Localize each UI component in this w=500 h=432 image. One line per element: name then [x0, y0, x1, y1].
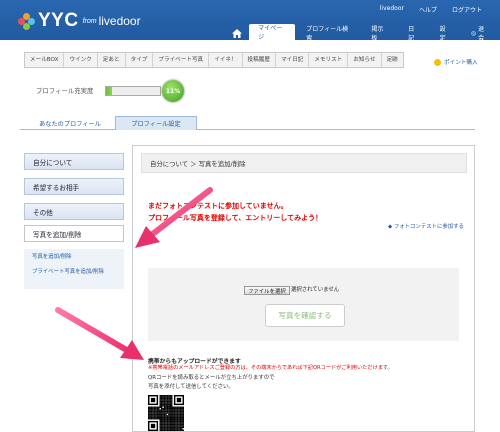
subtab-your-profile[interactable]: あなたのプロフィール	[20, 116, 120, 130]
tab-mailbox[interactable]: メールBOX	[25, 53, 65, 67]
profile-subtabs: あなたのプロフィール プロフィール設定	[20, 116, 475, 130]
logo-text: YYC	[38, 10, 79, 31]
nav-diary[interactable]: 日記	[399, 26, 428, 42]
photo-contest-link-label: フォトコンテストに参加する	[393, 224, 464, 230]
main-nav: マイページ プロフィール検索 掲示板 日記 設定 ◎ 退会	[230, 22, 500, 42]
points-label: ポイント購入	[444, 60, 478, 66]
photo-contest-link[interactable]: ◆ フォトコンテストに参加する	[388, 222, 464, 230]
tab-favorites[interactable]: お知らせ	[348, 53, 382, 67]
file-status: 選択されていません	[291, 287, 340, 293]
tab-type[interactable]: タイプ	[126, 53, 154, 67]
mobile-upload-instruction-2: 写真を添付して送信してください。	[148, 384, 234, 390]
confirm-photo-button[interactable]: 写真を確認する	[265, 304, 345, 327]
nav-settings[interactable]: 設定	[431, 26, 460, 42]
tab-like[interactable]: イイネ！	[209, 53, 243, 67]
logo-flower-icon	[18, 12, 35, 30]
tab-memo-list[interactable]: メモリスト	[309, 53, 349, 67]
coin-icon	[434, 58, 441, 66]
file-select-button[interactable]: ファイルを選択	[244, 286, 290, 295]
tab-footprint[interactable]: 足跡	[382, 53, 403, 67]
logo-from: from	[82, 17, 97, 25]
sidebar-item-about-me[interactable]: 自分について	[24, 153, 124, 170]
nav-mypage[interactable]: マイページ	[249, 24, 296, 41]
subtab-profile-settings[interactable]: プロフィール設定	[115, 116, 197, 130]
home-icon[interactable]	[230, 26, 243, 40]
tab-wink[interactable]: ウインク	[64, 53, 98, 67]
nav-withdraw[interactable]: ◎ 退会	[462, 26, 498, 42]
sidebar-item-other[interactable]: その他	[24, 203, 124, 220]
breadcrumb: 自分について ＞ 写真を追加/削除	[141, 153, 467, 173]
photo-contest-prompt: プロフィール写真を登録して、エントリーしてみよう！	[148, 214, 323, 222]
sidebar-link-photos[interactable]: 写真を追加/削除	[32, 252, 72, 260]
top-link-livedoor[interactable]: livedoor	[380, 5, 404, 14]
site-header: YYC from livedoor livedoor ヘルプ ログアウト マイペ…	[0, 0, 500, 42]
mobile-upload-note: ※携帯電話のメールアドレスご登録の方は、その端末からであれば下記QRコードがご利…	[148, 365, 393, 371]
tab-footprints[interactable]: 足あと	[98, 53, 126, 67]
logo-brand: livedoor	[98, 14, 141, 28]
tab-post-history[interactable]: 投稿履歴	[243, 53, 276, 67]
sidebar-item-photos[interactable]: 写真を追加/削除	[24, 225, 124, 242]
profile-progress-fill	[106, 87, 112, 95]
withdraw-icon: ◎	[470, 29, 477, 37]
qr-code	[148, 395, 184, 431]
nav-withdraw-label: 退会	[478, 26, 485, 42]
profile-progress-bar	[105, 86, 161, 96]
nav-board[interactable]: 掲示板	[362, 26, 397, 42]
top-link-logout[interactable]: ログアウト	[452, 5, 482, 14]
photo-contest-notice: まだフォトコンテストに参加していません。	[148, 202, 288, 210]
profile-progress-label: プロフィール充実度	[36, 87, 94, 95]
points-purchase-link[interactable]: ポイント購入	[434, 58, 478, 66]
top-link-help[interactable]: ヘルプ	[419, 5, 437, 14]
mobile-upload-instruction: QRコードを読み取るとメールが立ち上がりますので	[148, 375, 275, 381]
nav-profile-search[interactable]: プロフィール検索	[297, 26, 360, 42]
sidebar-item-desired-partner[interactable]: 希望するお相手	[24, 178, 124, 195]
page: YYC from livedoor livedoor ヘルプ ログアウト マイペ…	[0, 0, 500, 432]
profile-progress-badge: 11%	[162, 80, 184, 102]
tab-my-diary[interactable]: マイ日記	[276, 53, 310, 67]
tab-private-photos[interactable]: プライベート写真	[153, 53, 210, 67]
sidebar-link-private-photos[interactable]: プライベート写真を追加/削除	[32, 267, 104, 275]
feature-tabs: メールBOX ウインク 足あと タイプ プライベート写真 イイネ！ 投稿履歴 マ…	[24, 52, 404, 68]
top-links: livedoor ヘルプ ログアウト	[380, 5, 482, 14]
yyc-logo[interactable]: YYC from livedoor	[18, 9, 141, 33]
